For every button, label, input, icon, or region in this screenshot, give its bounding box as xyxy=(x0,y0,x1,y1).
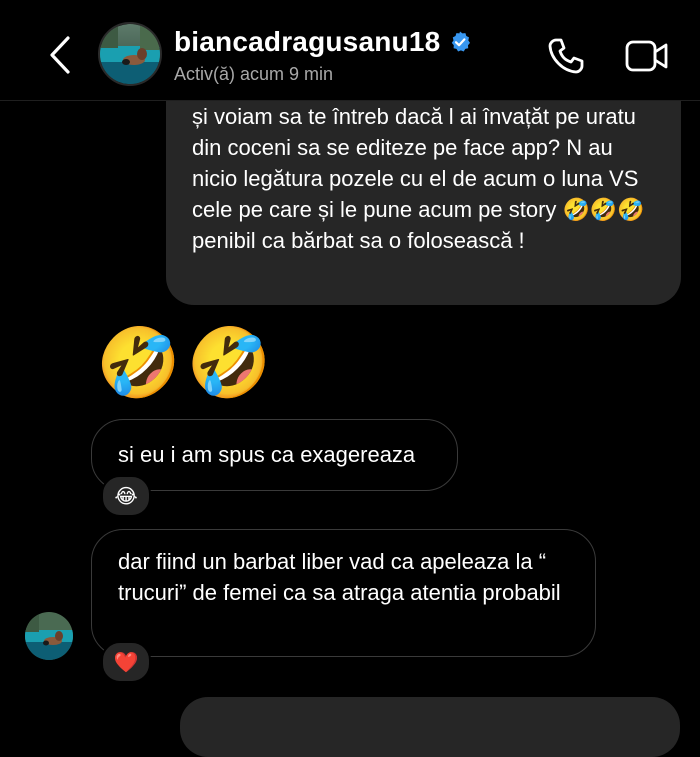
header-title[interactable]: biancadragusanu18 xyxy=(174,26,472,58)
avatar[interactable] xyxy=(98,22,162,86)
message-reaction[interactable]: ❤️ xyxy=(101,641,151,683)
audio-call-button[interactable] xyxy=(546,36,586,76)
message-text: și voiam sa te întreb dacă l ai învațăt … xyxy=(192,104,645,253)
sender-avatar[interactable] xyxy=(25,612,73,660)
activity-status: Activ(ă) acum 9 min xyxy=(174,64,334,84)
back-button[interactable] xyxy=(40,32,80,78)
message-text: dar fiind un barbat liber vad ca apeleaz… xyxy=(118,549,561,605)
message-reaction[interactable]: 😂 xyxy=(101,475,151,517)
incoming-message[interactable]: si eu i am spus ca exagereaza xyxy=(91,419,458,491)
chat-header: biancadragusanu18 Activ(ă) acum 9 min xyxy=(0,0,700,101)
username: biancadragusanu18 xyxy=(174,26,441,57)
incoming-message[interactable]: dar fiind un barbat liber vad ca apeleaz… xyxy=(91,529,596,657)
emoji-message[interactable]: 🤣🤣 xyxy=(96,324,277,404)
verified-badge-icon xyxy=(452,31,471,52)
outgoing-message-partial[interactable] xyxy=(180,697,680,757)
outgoing-message[interactable]: și voiam sa te întreb dacă l ai învațăt … xyxy=(166,70,681,305)
phone-icon xyxy=(548,38,584,74)
message-text: si eu i am spus ca exagereaza xyxy=(118,442,416,467)
video-camera-icon xyxy=(625,40,668,72)
chevron-left-icon xyxy=(50,36,70,74)
video-call-button[interactable] xyxy=(624,36,670,76)
